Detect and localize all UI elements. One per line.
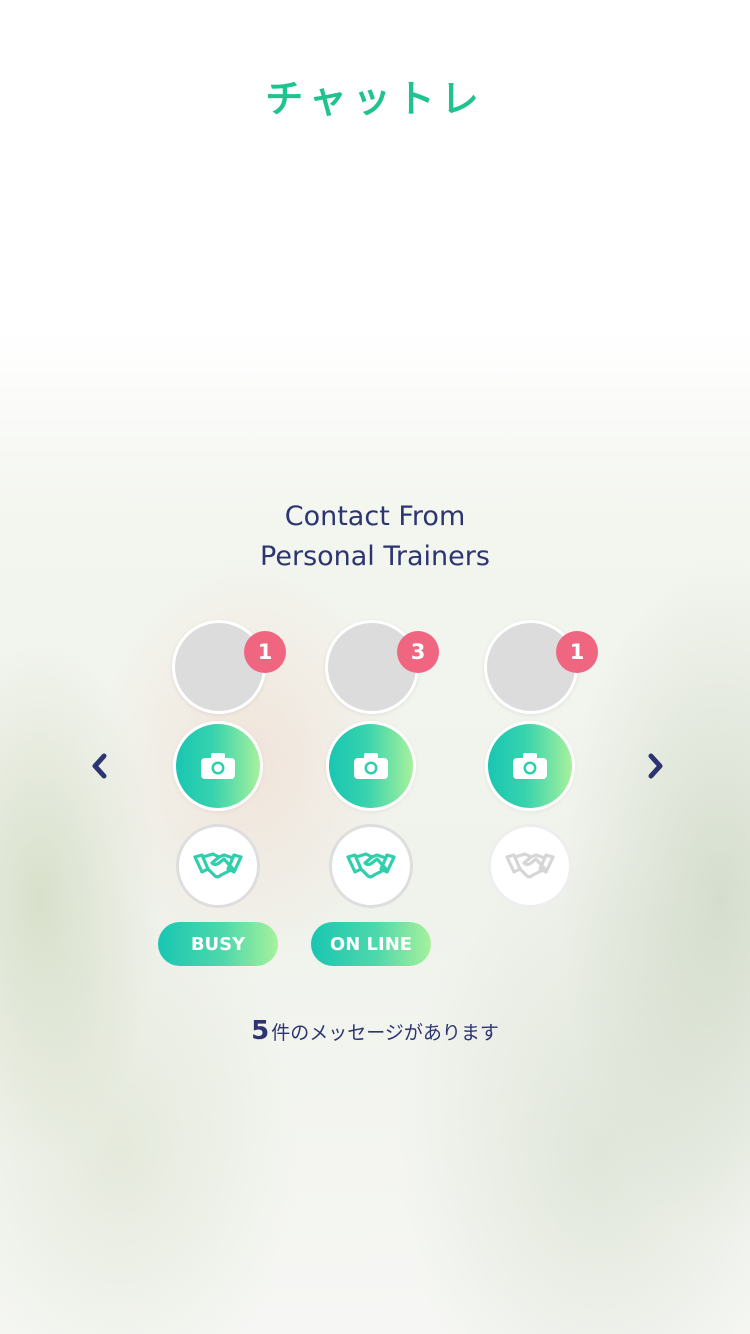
handshake-button[interactable]: [329, 824, 413, 908]
video-call-button[interactable]: [326, 721, 416, 811]
status-badge: ON LINE: [311, 922, 431, 966]
message-text: 件のメッセージがあります: [271, 1022, 499, 1044]
page-title: Contact From Personal Trainers: [0, 497, 750, 577]
chevron-left-icon: [92, 753, 107, 779]
video-call-button[interactable]: [485, 721, 575, 811]
video-call-button[interactable]: [173, 721, 263, 811]
title-line-2: Personal Trainers: [260, 541, 490, 572]
unread-badge: 3: [397, 631, 439, 673]
camera-icon: [354, 753, 388, 779]
unread-badge: 1: [556, 631, 598, 673]
handshake-icon: [346, 852, 396, 879]
camera-icon: [513, 753, 547, 779]
next-button[interactable]: [635, 746, 675, 786]
prev-button[interactable]: [80, 746, 120, 786]
camera-icon: [201, 753, 235, 779]
status-badge: BUSY: [158, 922, 278, 966]
message-count: 5: [251, 1016, 270, 1046]
handshake-icon: [505, 852, 555, 879]
handshake-button[interactable]: [488, 824, 572, 908]
message-count-notice: 5 件のメッセージがあります: [0, 1016, 750, 1046]
app-logo: チャットレ: [265, 77, 485, 121]
handshake-button[interactable]: [176, 824, 260, 908]
unread-badge: 1: [244, 631, 286, 673]
handshake-icon: [193, 852, 243, 879]
chevron-right-icon: [648, 753, 663, 779]
title-line-1: Contact From: [284, 501, 466, 532]
